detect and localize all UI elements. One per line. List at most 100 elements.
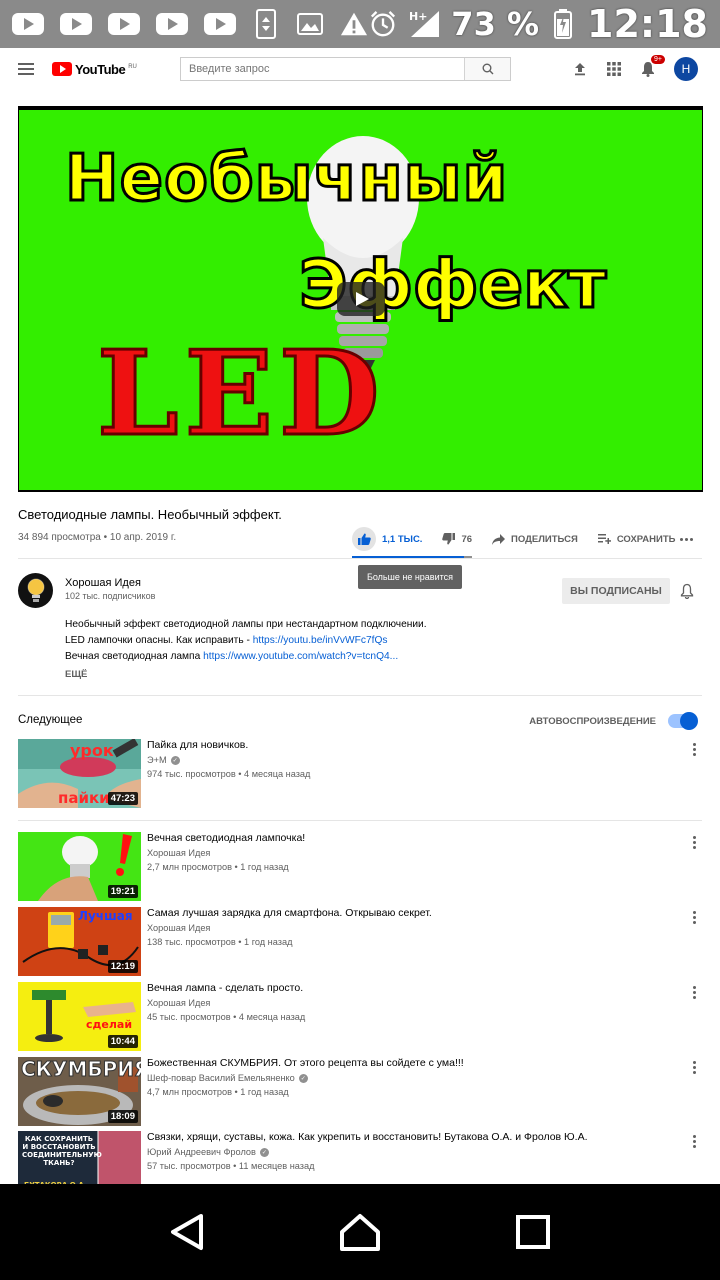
video-item-channel: Юрий Андреевич Фролов ✓ — [147, 1147, 269, 1157]
thumbs-up-icon — [352, 527, 376, 551]
video-item-channel: Хорошая Идея — [147, 848, 211, 858]
autoplay-toggle[interactable] — [668, 712, 698, 730]
video-item-title[interactable]: Самая лучшая зарядка для смартфона. Откр… — [147, 907, 432, 919]
youtube-notification-icon — [108, 13, 140, 35]
youtube-logo[interactable]: YouTube RU — [52, 62, 137, 77]
video-title: Светодиодные лампы. Необычный эффект. — [18, 507, 282, 522]
recents-square-icon — [516, 1215, 551, 1249]
description-line: LED лампочки опасны. Как исправить - htt… — [65, 635, 388, 646]
back-button[interactable] — [163, 1208, 211, 1256]
share-label: ПОДЕЛИТЬСЯ — [511, 533, 578, 545]
up-next-heading: Следующее — [18, 714, 83, 726]
thumbnail-caption: Лучшая — [78, 909, 133, 923]
recents-button[interactable] — [509, 1208, 557, 1256]
video-item-menu-icon[interactable] — [693, 743, 696, 756]
dislike-button[interactable]: 76 — [442, 533, 472, 545]
video-item-title[interactable]: Пайка для новичков. — [147, 739, 248, 751]
notifications-bell-icon[interactable]: 9+ — [640, 55, 665, 77]
clock: 12:18 — [587, 2, 708, 46]
search-button[interactable] — [464, 58, 510, 80]
video-item-menu-icon[interactable] — [693, 986, 696, 999]
video-thumbnail[interactable]: СКУМБРИЯ 18:09 — [18, 1057, 141, 1126]
apps-grid-icon[interactable] — [606, 61, 622, 77]
toggle-knob — [680, 712, 698, 730]
video-thumbnail[interactable]: урок пайки 47:23 — [18, 739, 141, 808]
play-button[interactable] — [337, 282, 385, 316]
video-item-channel: Шеф-повар Василий Емельяненко ✓ — [147, 1073, 308, 1083]
description-link[interactable]: https://youtu.be/inVvWFc7fQs — [253, 635, 388, 646]
autoplay-label: АВТОВОСПРОИЗВЕДЕНИЕ — [529, 715, 656, 727]
video-frame: Необычный Эффект LED — [19, 110, 702, 490]
channel-name[interactable]: Хорошая Идея — [65, 577, 141, 589]
video-item-title[interactable]: Вечная светодиодная лампочка! — [147, 832, 305, 844]
description-link[interactable]: https://www.youtube.com/watch?v=tcnQ4... — [203, 651, 398, 662]
video-item-stats: 4,7 млн просмотров • 1 год назад — [147, 1087, 289, 1097]
video-player[interactable]: Необычный Эффект LED — [18, 106, 703, 492]
back-triangle-icon — [170, 1214, 203, 1250]
video-list-item[interactable]: урок пайки 47:23 Пайка для новичков. Э+М… — [18, 739, 702, 809]
youtube-notification-icon — [60, 13, 92, 35]
youtube-logo-text: YouTube — [75, 61, 126, 77]
video-duration: 10:44 — [107, 1035, 138, 1048]
share-button[interactable]: ПОДЕЛИТЬСЯ — [492, 533, 578, 545]
notification-bell-icon[interactable] — [680, 583, 694, 600]
search-input[interactable] — [181, 58, 464, 80]
battery-icon — [549, 9, 577, 39]
menu-icon[interactable] — [18, 63, 34, 75]
video-item-title[interactable]: Божественная СКУМБРИЯ. От этого рецепта … — [147, 1057, 464, 1069]
video-actions: 1,1 ТЫС. 76 ПОДЕЛИТЬСЯ СОХРАНИТЬ — [352, 526, 695, 552]
video-list-item[interactable]: СКУМБРИЯ 18:09 Божественная СКУМБРИЯ. От… — [18, 1057, 702, 1127]
video-item-menu-icon[interactable] — [693, 836, 696, 849]
subscribed-button[interactable]: ВЫ ПОДПИСАНЫ — [562, 578, 670, 604]
channel-subscribers: 102 тыс. подписчиков — [65, 591, 156, 601]
video-thumbnail[interactable]: сделай 10:44 — [18, 982, 141, 1051]
verified-icon: ✓ — [170, 755, 180, 765]
save-button[interactable]: СОХРАНИТЬ — [597, 533, 676, 545]
playlist-add-icon — [597, 534, 611, 544]
divider — [18, 820, 702, 821]
video-item-stats: 138 тыс. просмотров • 1 год назад — [147, 937, 293, 947]
video-duration: 19:21 — [107, 885, 138, 898]
video-item-title[interactable]: Связки, хрящи, суставы, кожа. Как укрепи… — [147, 1131, 588, 1143]
thumbnail-text-line1: Необычный — [63, 141, 509, 218]
video-item-stats: 974 тыс. просмотров • 4 месяца назад — [147, 769, 311, 779]
thumbnail-caption: урок — [70, 741, 114, 760]
video-item-menu-icon[interactable] — [693, 1061, 696, 1074]
show-more-button[interactable]: ЕЩЁ — [65, 669, 87, 680]
divider — [18, 695, 702, 696]
video-item-title[interactable]: Вечная лампа - сделать просто. — [147, 982, 303, 994]
video-list-item[interactable]: 19:21 Вечная светодиодная лампочка! Хоро… — [18, 832, 702, 902]
alarm-icon — [369, 10, 397, 38]
video-item-menu-icon[interactable] — [693, 1135, 696, 1148]
image-icon — [296, 10, 324, 38]
thumbnail-caption: сделай — [86, 1018, 133, 1031]
like-button[interactable]: 1,1 ТЫС. — [352, 527, 422, 551]
video-meta: 34 894 просмотра • 10 апр. 2019 г. — [18, 532, 177, 543]
video-item-stats: 45 тыс. просмотров • 4 месяца назад — [147, 1012, 306, 1022]
account-avatar[interactable]: H — [674, 57, 698, 81]
video-thumbnail[interactable]: 19:21 — [18, 832, 141, 901]
upload-icon[interactable] — [572, 61, 588, 77]
share-icon — [492, 533, 506, 545]
thumbnail-caption: СКУМБРИЯ — [20, 1057, 141, 1082]
verified-icon: ✓ — [298, 1073, 308, 1083]
youtube-notification-icon — [12, 13, 44, 35]
save-label: СОХРАНИТЬ — [616, 533, 676, 545]
video-item-channel: Хорошая Идея — [147, 998, 211, 1008]
signal-icon: H+ — [407, 10, 441, 38]
verified-icon: ✓ — [259, 1147, 269, 1157]
video-item-menu-icon[interactable] — [693, 911, 696, 924]
video-list-item[interactable]: сделай 10:44 Вечная лампа - сделать прос… — [18, 982, 702, 1052]
home-button[interactable] — [336, 1208, 384, 1256]
video-duration: 18:09 — [107, 1110, 138, 1123]
thumbnail-text-line3: LED — [96, 325, 386, 464]
channel-avatar[interactable] — [18, 573, 53, 608]
description-line: Необычный эффект светодиодной лампы при … — [65, 619, 427, 630]
youtube-notification-icon — [156, 13, 188, 35]
video-thumbnail[interactable]: Лучшая 12:19 — [18, 907, 141, 976]
dislike-tooltip: Больше не нравится — [358, 565, 462, 589]
more-actions-icon[interactable] — [680, 538, 693, 541]
video-list-item[interactable]: Лучшая 12:19 Самая лучшая зарядка для см… — [18, 907, 702, 977]
dislike-count: 76 — [461, 533, 473, 545]
thumbs-down-icon — [442, 533, 456, 545]
